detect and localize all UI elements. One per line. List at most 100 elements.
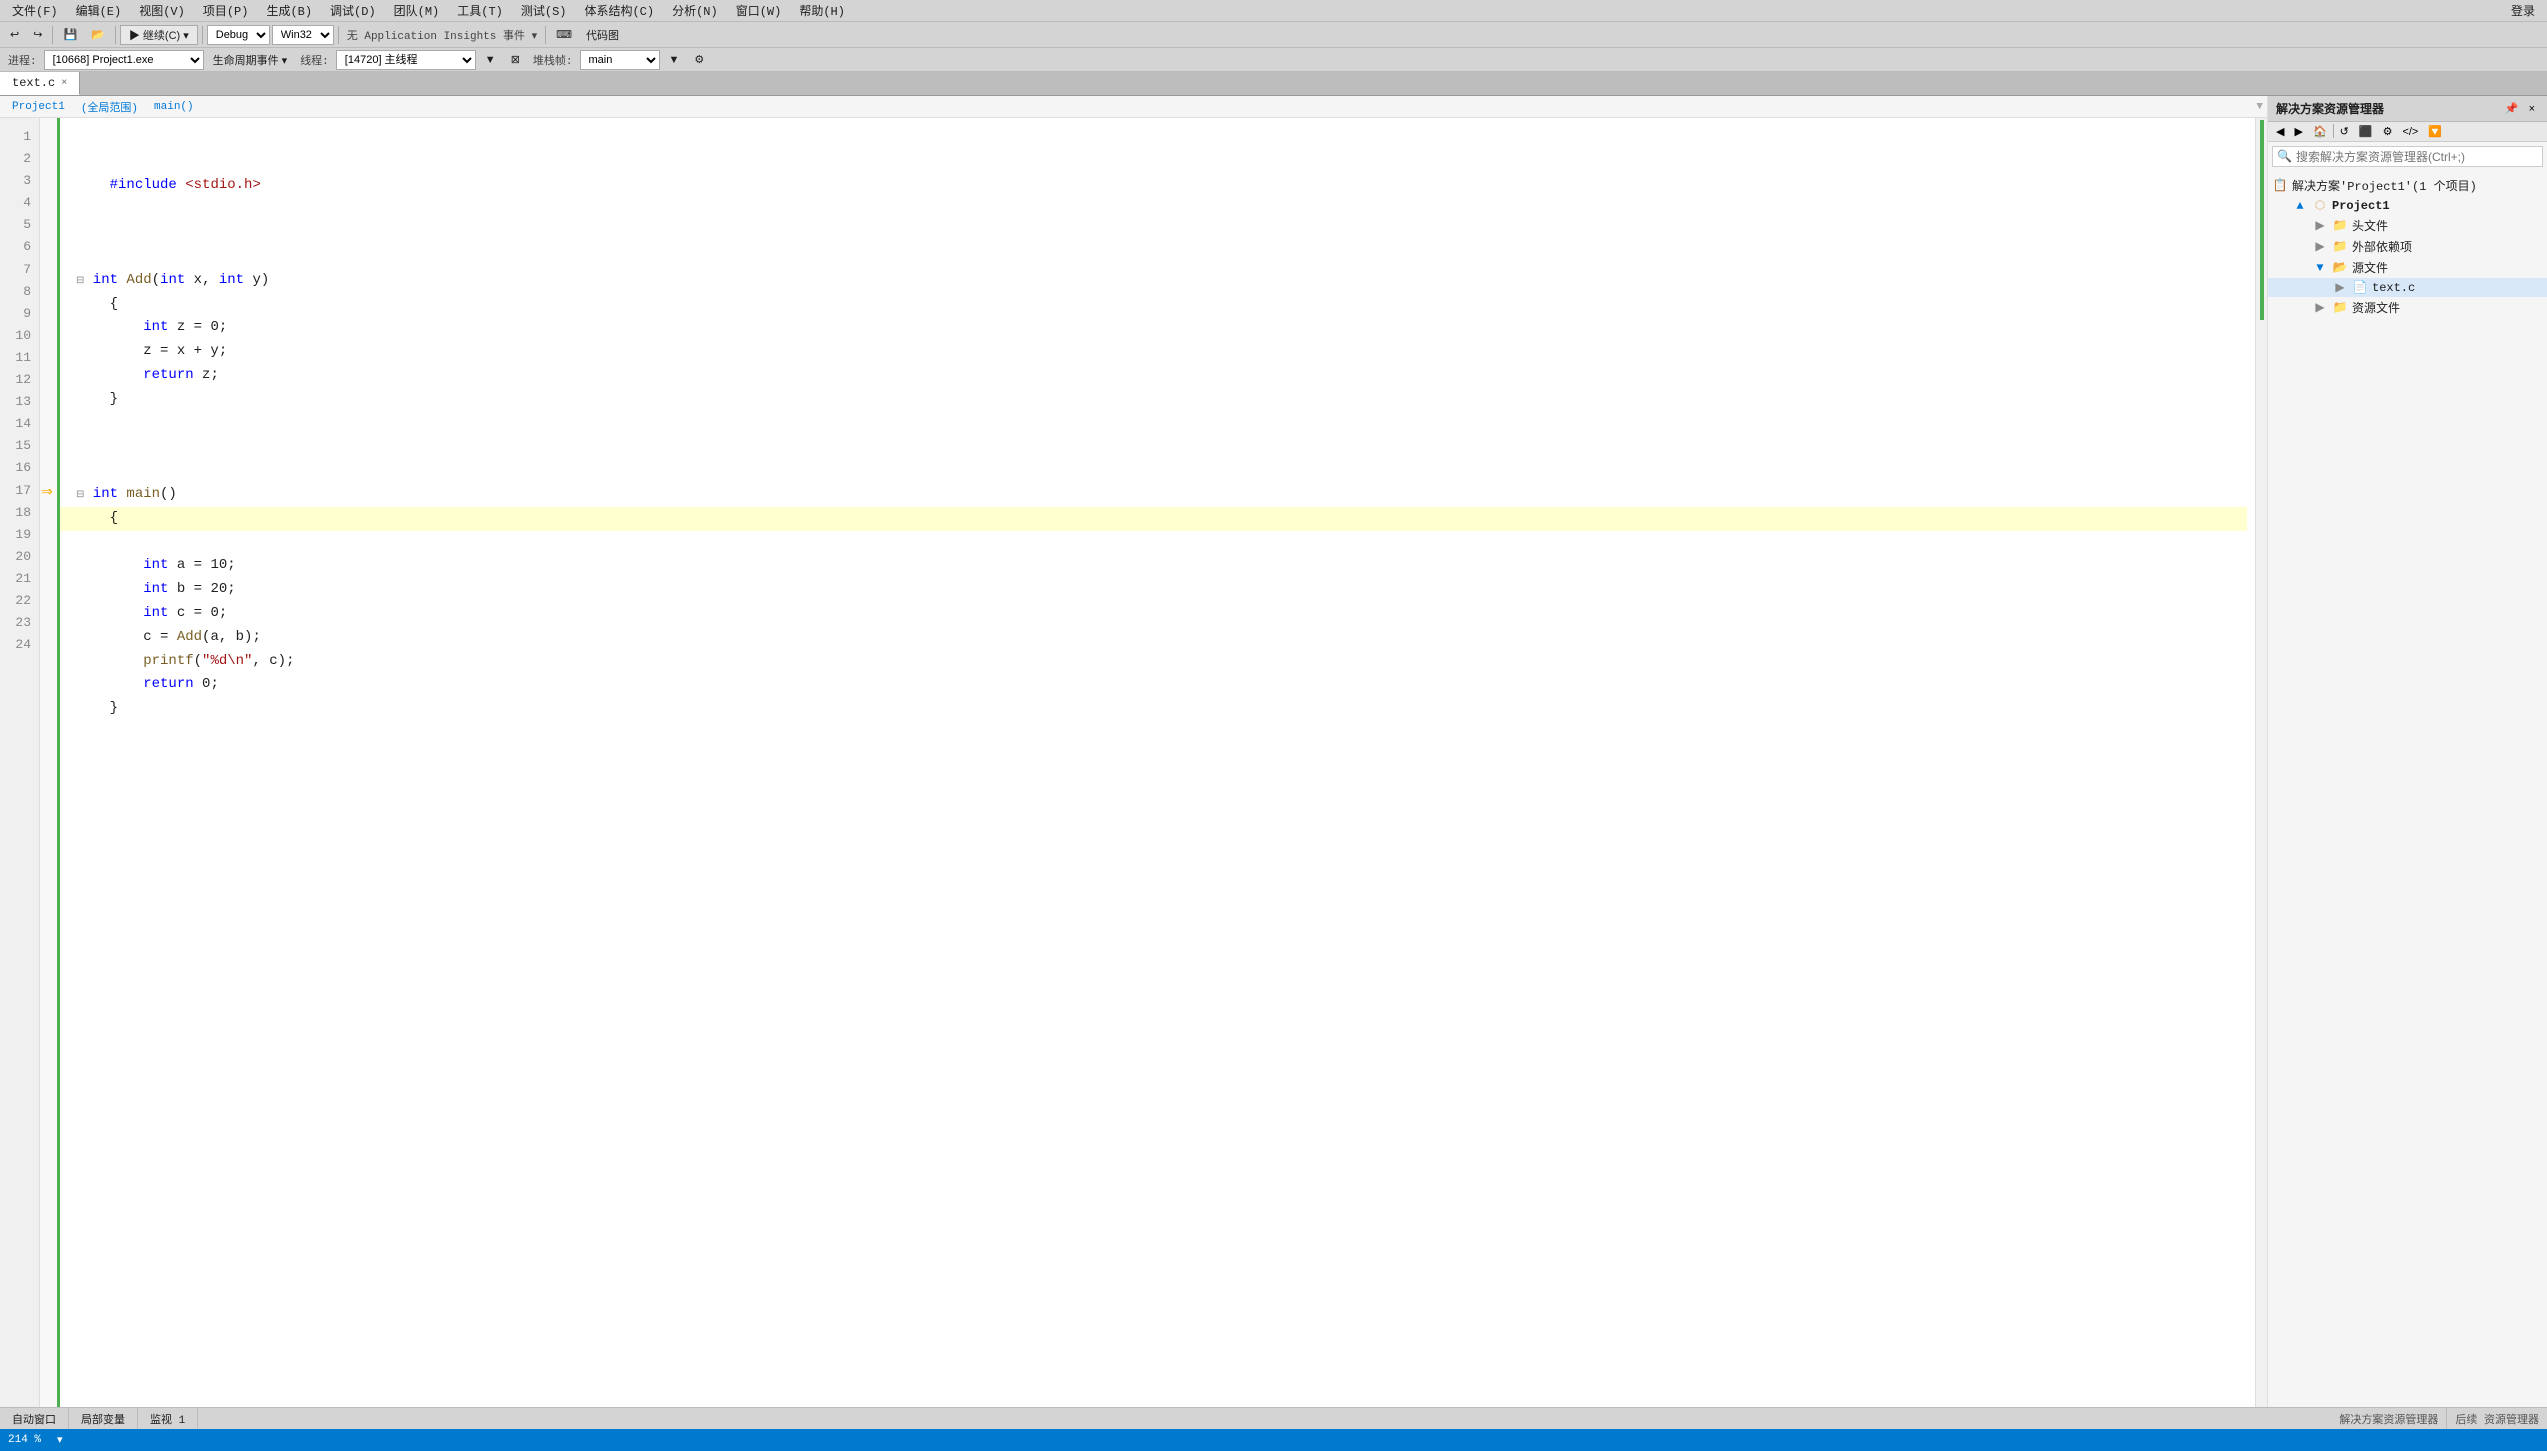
debug-dropdown[interactable]: Debug: [207, 25, 270, 45]
solution-search-box: 🔍: [2272, 146, 2543, 167]
open-btn[interactable]: 📂: [85, 26, 111, 43]
menu-debug[interactable]: 调试(D): [322, 0, 384, 21]
editor-scrollbar[interactable]: [2255, 118, 2267, 1407]
main-toolbar: ↩ ↪ 💾 📂 ▶ 继续(C) ▾ Debug Win32 无 Applicat…: [0, 22, 2547, 48]
thread-select[interactable]: [14720] 主线程: [336, 50, 476, 70]
continue-label: ▶ 继续(C) ▾: [129, 30, 189, 42]
redo-btn[interactable]: ↪: [27, 26, 48, 43]
line-8: int z = 0;: [76, 319, 227, 335]
line-22: return 0;: [76, 676, 219, 692]
line-16: {: [60, 507, 2247, 531]
solution-explorer-btn[interactable]: 解决方案资源管理器: [2331, 1408, 2446, 1429]
nav-expand-btn[interactable]: ▼: [2256, 101, 2263, 113]
code-view-btn[interactable]: 代码图: [580, 25, 625, 45]
menu-analyze[interactable]: 分析(N): [664, 0, 726, 21]
editor-nav: Project1 (全局范围) main() ▼: [0, 96, 2267, 118]
tree-project[interactable]: ▲ ⬡ Project1: [2268, 196, 2547, 215]
platform-dropdown[interactable]: Win32: [272, 25, 334, 45]
collapse-add-fn[interactable]: ⊟: [76, 276, 84, 287]
nav-function[interactable]: main(): [146, 101, 202, 113]
line-11: }: [76, 391, 118, 407]
menu-help[interactable]: 帮助(H): [791, 0, 853, 21]
zoom-label: 214 %: [8, 1434, 41, 1446]
menu-test[interactable]: 测试(S): [513, 0, 575, 21]
panel-pin-btn[interactable]: 📌: [2501, 101, 2523, 116]
resource-manager-btn[interactable]: 后续 资源管理器: [2446, 1408, 2547, 1429]
main-area: Project1 (全局范围) main() ▼ 1 2 3 4 5 6 7 8…: [0, 96, 2547, 1407]
sep2: [115, 26, 116, 44]
filter-btn2[interactable]: 🔽: [2424, 124, 2446, 139]
src-expand-icon: ▼: [2312, 261, 2328, 275]
sep4: [338, 26, 339, 44]
login-area[interactable]: 登录: [2511, 2, 2543, 19]
process-select[interactable]: [10668] Project1.exe: [44, 50, 204, 70]
panel-controls: 📌 ×: [2501, 101, 2539, 116]
statusbar: 214 % ▾: [0, 1429, 2547, 1451]
menu-team[interactable]: 团队(M): [386, 0, 448, 21]
code-content[interactable]: #include <stdio.h> ⊟ int Add(int x, int …: [60, 118, 2255, 1407]
settings-btn[interactable]: ⚙: [2379, 124, 2397, 139]
tree-text-c[interactable]: ▶ 📄 text.c: [2268, 278, 2547, 297]
lifecycle-btn[interactable]: 生命周期事件 ▾: [207, 50, 294, 70]
panel-close-btn[interactable]: ×: [2525, 101, 2539, 116]
solution-icon: 📋: [2272, 178, 2288, 193]
menu-file[interactable]: 文件(F): [4, 0, 66, 21]
filter-btn[interactable]: ▼: [479, 52, 502, 68]
solution-search-input[interactable]: [2296, 150, 2538, 164]
menu-project[interactable]: 项目(P): [195, 0, 257, 21]
tree-solution[interactable]: 📋 解决方案'Project1'(1 个项目): [2268, 175, 2547, 196]
debug-toolbar: 进程: [10668] Project1.exe 生命周期事件 ▾ 线程: [1…: [0, 48, 2547, 72]
collapse-main-fn[interactable]: ⊟: [76, 490, 84, 501]
save-btn[interactable]: 💾: [57, 26, 83, 43]
file-tab-text-c[interactable]: text.c ×: [0, 72, 80, 95]
nav-project[interactable]: Project1: [4, 101, 73, 113]
tree-headers[interactable]: ▶ 📁 头文件: [2268, 215, 2547, 236]
code-editor[interactable]: 1 2 3 4 5 6 7 8 9 10 11 12 13 14 15 16 1…: [0, 118, 2267, 1407]
tree-source-files[interactable]: ▼ 📂 源文件: [2268, 257, 2547, 278]
line-7: {: [76, 296, 118, 312]
res-expand-icon: ▶: [2312, 300, 2328, 315]
home-btn[interactable]: 🏠: [2309, 124, 2331, 139]
nav-scope[interactable]: (全局范围): [73, 99, 146, 115]
code-view-btn2[interactable]: </>: [2398, 124, 2422, 139]
continue-btn[interactable]: ▶ 继续(C) ▾: [120, 25, 198, 45]
stop-btn[interactable]: ⬛: [2355, 124, 2377, 139]
menu-window[interactable]: 窗口(W): [728, 0, 790, 21]
breakpoints-btn[interactable]: ⊠: [505, 51, 526, 68]
sep5: [545, 26, 546, 44]
stack-expand-btn[interactable]: ▼: [663, 52, 686, 68]
undo-btn[interactable]: ↩: [4, 26, 25, 43]
nav-back-btn[interactable]: ◀: [2272, 124, 2288, 139]
line-17: int a = 10;: [76, 557, 236, 573]
menu-edit[interactable]: 编辑(E): [68, 0, 130, 21]
bottom-tab-watch[interactable]: 监视 1: [138, 1408, 198, 1429]
menubar: 文件(F) 编辑(E) 视图(V) 项目(P) 生成(B) 调试(D) 团队(M…: [0, 0, 2547, 22]
tab-bar: text.c ×: [0, 72, 2547, 96]
menu-build[interactable]: 生成(B): [258, 0, 320, 21]
menu-items: 文件(F) 编辑(E) 视图(V) 项目(P) 生成(B) 调试(D) 团队(M…: [4, 0, 853, 21]
bottom-tab-locals[interactable]: 局部变量: [69, 1408, 138, 1429]
stack-settings-btn[interactable]: ⚙: [688, 51, 710, 68]
source-ctrl-btn[interactable]: ⌨: [550, 26, 578, 43]
stack-select[interactable]: main: [580, 50, 660, 70]
tree-external-deps[interactable]: ▶ 📁 外部依赖项: [2268, 236, 2547, 257]
tab-filename: text.c: [12, 76, 55, 90]
line-19: int c = 0;: [76, 605, 227, 621]
scroll-indicator: [2260, 120, 2264, 320]
bottom-tabs: 自动窗口 局部变量 监视 1 解决方案资源管理器 后续 资源管理器: [0, 1407, 2547, 1429]
refresh-btn[interactable]: ↺: [2336, 124, 2353, 139]
bottom-tab-auto[interactable]: 自动窗口: [0, 1408, 69, 1429]
tree-resource-files[interactable]: ▶ 📁 资源文件: [2268, 297, 2547, 318]
solution-label: 解决方案'Project1'(1 个项目): [2292, 177, 2477, 194]
app-insights-label: 无 Application Insights 事件 ▾: [343, 27, 541, 43]
menu-architecture[interactable]: 体系结构(C): [576, 0, 662, 21]
source-files-label: 源文件: [2352, 259, 2388, 276]
solution-explorer-panel: 解决方案资源管理器 📌 × ◀ ▶ 🏠 ↺ ⬛ ⚙ </> 🔽 🔍 📋 解决方案…: [2267, 96, 2547, 1407]
textc-label: text.c: [2372, 281, 2415, 295]
menu-tools[interactable]: 工具(T): [449, 0, 511, 21]
zoom-expand-btn[interactable]: ▾: [57, 1433, 63, 1447]
tab-close-btn[interactable]: ×: [61, 78, 67, 89]
nav-forward-btn[interactable]: ▶: [2290, 124, 2306, 139]
menu-view[interactable]: 视图(V): [131, 0, 193, 21]
external-deps-label: 外部依赖项: [2352, 238, 2412, 255]
